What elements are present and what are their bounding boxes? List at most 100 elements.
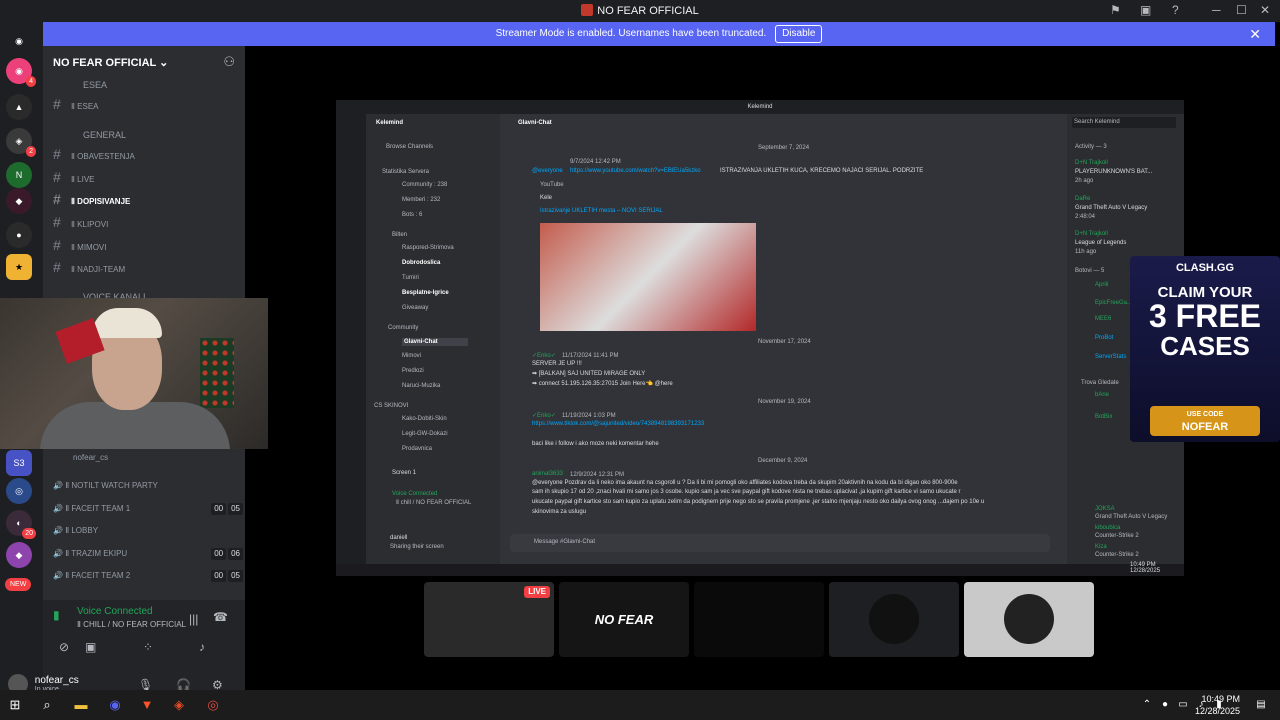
activities-icon[interactable]: ⁘: [143, 640, 153, 654]
server-icon[interactable]: ◆: [6, 188, 32, 214]
channel-nadji-team[interactable]: # Ⅱ NADJI-TEAM: [53, 257, 243, 277]
nofear-logo: NO FEAR: [594, 612, 654, 627]
maximize-icon[interactable]: ☐: [1236, 3, 1247, 17]
window-title-text: NO FEAR OFFICIAL: [597, 5, 699, 17]
voice-channel[interactable]: 🔊 Ⅱ LOBBY: [53, 521, 243, 541]
voice-channel[interactable]: 🔊 Ⅱ FACEIT TEAM 1 05 00: [53, 499, 243, 519]
avatar: [1004, 594, 1054, 644]
ad-code-box: USE CODE NOFEAR: [1150, 406, 1260, 436]
shared-taskbar: 10:49 PM 12/28/2025: [336, 562, 1184, 576]
avatar: [869, 594, 919, 644]
participant-tile[interactable]: [694, 582, 824, 657]
shared-user-name: daniell: [390, 535, 408, 541]
close-icon[interactable]: ✕: [1260, 3, 1270, 17]
help-icon[interactable]: ?: [1172, 3, 1179, 17]
minimize-icon[interactable]: ─: [1212, 3, 1221, 17]
member-name: JOKSA: [1095, 506, 1115, 512]
channel-klipovi[interactable]: # Ⅱ KLIPOVI: [53, 212, 243, 232]
channel-esea[interactable]: # Ⅱ ESEA: [53, 94, 243, 114]
category-general[interactable]: GENERAL: [83, 130, 126, 140]
noise-suppression-icon[interactable]: |||: [189, 612, 198, 626]
server-icon[interactable]: N: [6, 162, 32, 188]
shared-channel: Naruci-Muzika: [402, 383, 441, 389]
discord-home-icon[interactable]: ◉: [6, 28, 32, 54]
channel-live[interactable]: # Ⅱ LIVE: [53, 167, 243, 187]
server-icon[interactable]: ●: [6, 222, 32, 248]
channel-obavestenja[interactable]: # Ⅱ OBAVESTENJA: [53, 144, 243, 164]
members-category: Trova Gledate: [1081, 380, 1119, 386]
tray-chevron-icon[interactable]: ⌃: [1138, 696, 1156, 714]
system-clock[interactable]: 10:49 PM 12/28/2025: [1195, 693, 1240, 717]
microphone-tray-icon[interactable]: ●: [1156, 696, 1174, 714]
windows-start-icon[interactable]: ⊞: [6, 696, 24, 714]
screen-icon[interactable]: ▣: [1140, 3, 1151, 17]
server-name-text: NO FEAR OFFICIAL: [53, 57, 157, 69]
server-icon[interactable]: ◉ 4: [6, 58, 36, 87]
video-thumbnail: [540, 223, 756, 331]
participant-tile-stream[interactable]: LIVE: [424, 582, 554, 657]
badge: 4: [26, 76, 36, 87]
banner-close-icon[interactable]: ✕: [1249, 22, 1261, 46]
disconnect-icon[interactable]: ☎: [213, 610, 228, 624]
embed-author: Kele: [540, 195, 553, 201]
app-icon[interactable]: ◎: [204, 696, 222, 714]
server-icon[interactable]: ▲: [6, 94, 32, 120]
shared-channel: Besplatne-Igrice: [402, 290, 449, 296]
limit-tag: 05: [228, 570, 243, 582]
disable-button[interactable]: Disable: [775, 25, 823, 43]
new-badge: NEW: [5, 578, 32, 591]
channel-mimovi[interactable]: # Ⅱ MIMOVI: [53, 235, 243, 255]
network-icon[interactable]: ▭: [1174, 696, 1192, 714]
date-divider: November 19, 2024: [758, 399, 811, 405]
server-icon[interactable]: ◈ 2: [6, 128, 36, 157]
participant-tile[interactable]: [964, 582, 1094, 657]
server-icon[interactable]: S3: [6, 450, 32, 476]
voice-channel-subtitle[interactable]: Ⅱ CHILL / NO FEAR OFFICIAL: [77, 620, 186, 629]
voice-user[interactable]: nofear_cs: [73, 448, 263, 468]
sponsor-ad[interactable]: CLASH.GG CLAIM YOUR 3 FREE CASES USE COD…: [1130, 256, 1280, 442]
activity-time: 2h ago: [1075, 178, 1094, 184]
badge: 2: [26, 146, 36, 157]
member-game: Grand Theft Auto V Legacy: [1095, 514, 1168, 520]
inbox-icon[interactable]: ⚑: [1110, 3, 1121, 17]
brave-icon[interactable]: ▼: [138, 696, 156, 714]
participant-tile[interactable]: [829, 582, 959, 657]
shield-app-icon[interactable]: ◈: [170, 696, 188, 714]
count-tag: 00: [211, 570, 227, 582]
server-icon[interactable]: ◆: [6, 542, 32, 568]
server-name[interactable]: NO FEAR OFFICIAL ⌄: [53, 56, 168, 69]
voice-connected-label[interactable]: Voice Connected: [77, 606, 153, 617]
voice-channel[interactable]: 🔊 Ⅱ TRAZIM EKIPU 06 00: [53, 544, 243, 564]
webcam-feed[interactable]: [0, 298, 268, 449]
clock-time: 10:49 PM: [1201, 694, 1240, 704]
channel-label: Ⅱ NADJI-TEAM: [71, 265, 126, 274]
category-esea[interactable]: ESEA: [83, 80, 107, 90]
embed-title: Istrazivanje UKLETIH mesta – NOVI SERIJA…: [540, 208, 663, 214]
search-icon[interactable]: ⌕: [38, 696, 56, 714]
soundboard-icon[interactable]: ♪: [199, 640, 205, 654]
add-member-icon[interactable]: ⚇: [223, 54, 235, 70]
screen-share-icon[interactable]: ▣: [85, 640, 96, 654]
channel-dopisivanje[interactable]: # Ⅱ DOPISIVANJE: [53, 189, 243, 209]
server-icon[interactable]: ◎: [6, 478, 32, 504]
shared-channel: Legit-GW-Dokazi: [402, 431, 448, 437]
notification-icon[interactable]: ▤: [1252, 696, 1270, 714]
voice-channel[interactable]: 🔊 Ⅱ FACEIT TEAM 2 05 00: [53, 566, 243, 586]
star-icon[interactable]: ★: [6, 254, 32, 280]
shared-category: Bilten: [392, 232, 408, 238]
camera-off-icon[interactable]: ⊘: [59, 640, 69, 654]
shared-channel: Community : 238: [402, 182, 448, 188]
discord-app-icon[interactable]: ◉: [106, 696, 124, 714]
shared-chat-panel: Glavni-Chat September 7, 2024 9/7/2024 1…: [500, 114, 1067, 564]
voice-channel[interactable]: 🔊 Ⅱ NOTILT WATCH PARTY: [53, 476, 243, 496]
shared-category: CS SKINOVI: [374, 403, 409, 409]
screen-share-view[interactable]: Kelemind Kelemind Browse Channels Statis…: [336, 100, 1184, 576]
shared-channel: Raspored-Strimova: [402, 245, 454, 251]
participant-tile-nofear[interactable]: NO FEAR: [559, 582, 689, 657]
member-name: bAne: [1095, 392, 1110, 398]
channel-label: Ⅱ LIVE: [71, 175, 95, 184]
channel-label: Ⅱ ESEA: [71, 102, 99, 111]
server-icon[interactable]: ◐ 20: [6, 510, 36, 539]
count-tag: 00: [211, 548, 227, 560]
file-explorer-icon[interactable]: ▬: [72, 696, 90, 714]
